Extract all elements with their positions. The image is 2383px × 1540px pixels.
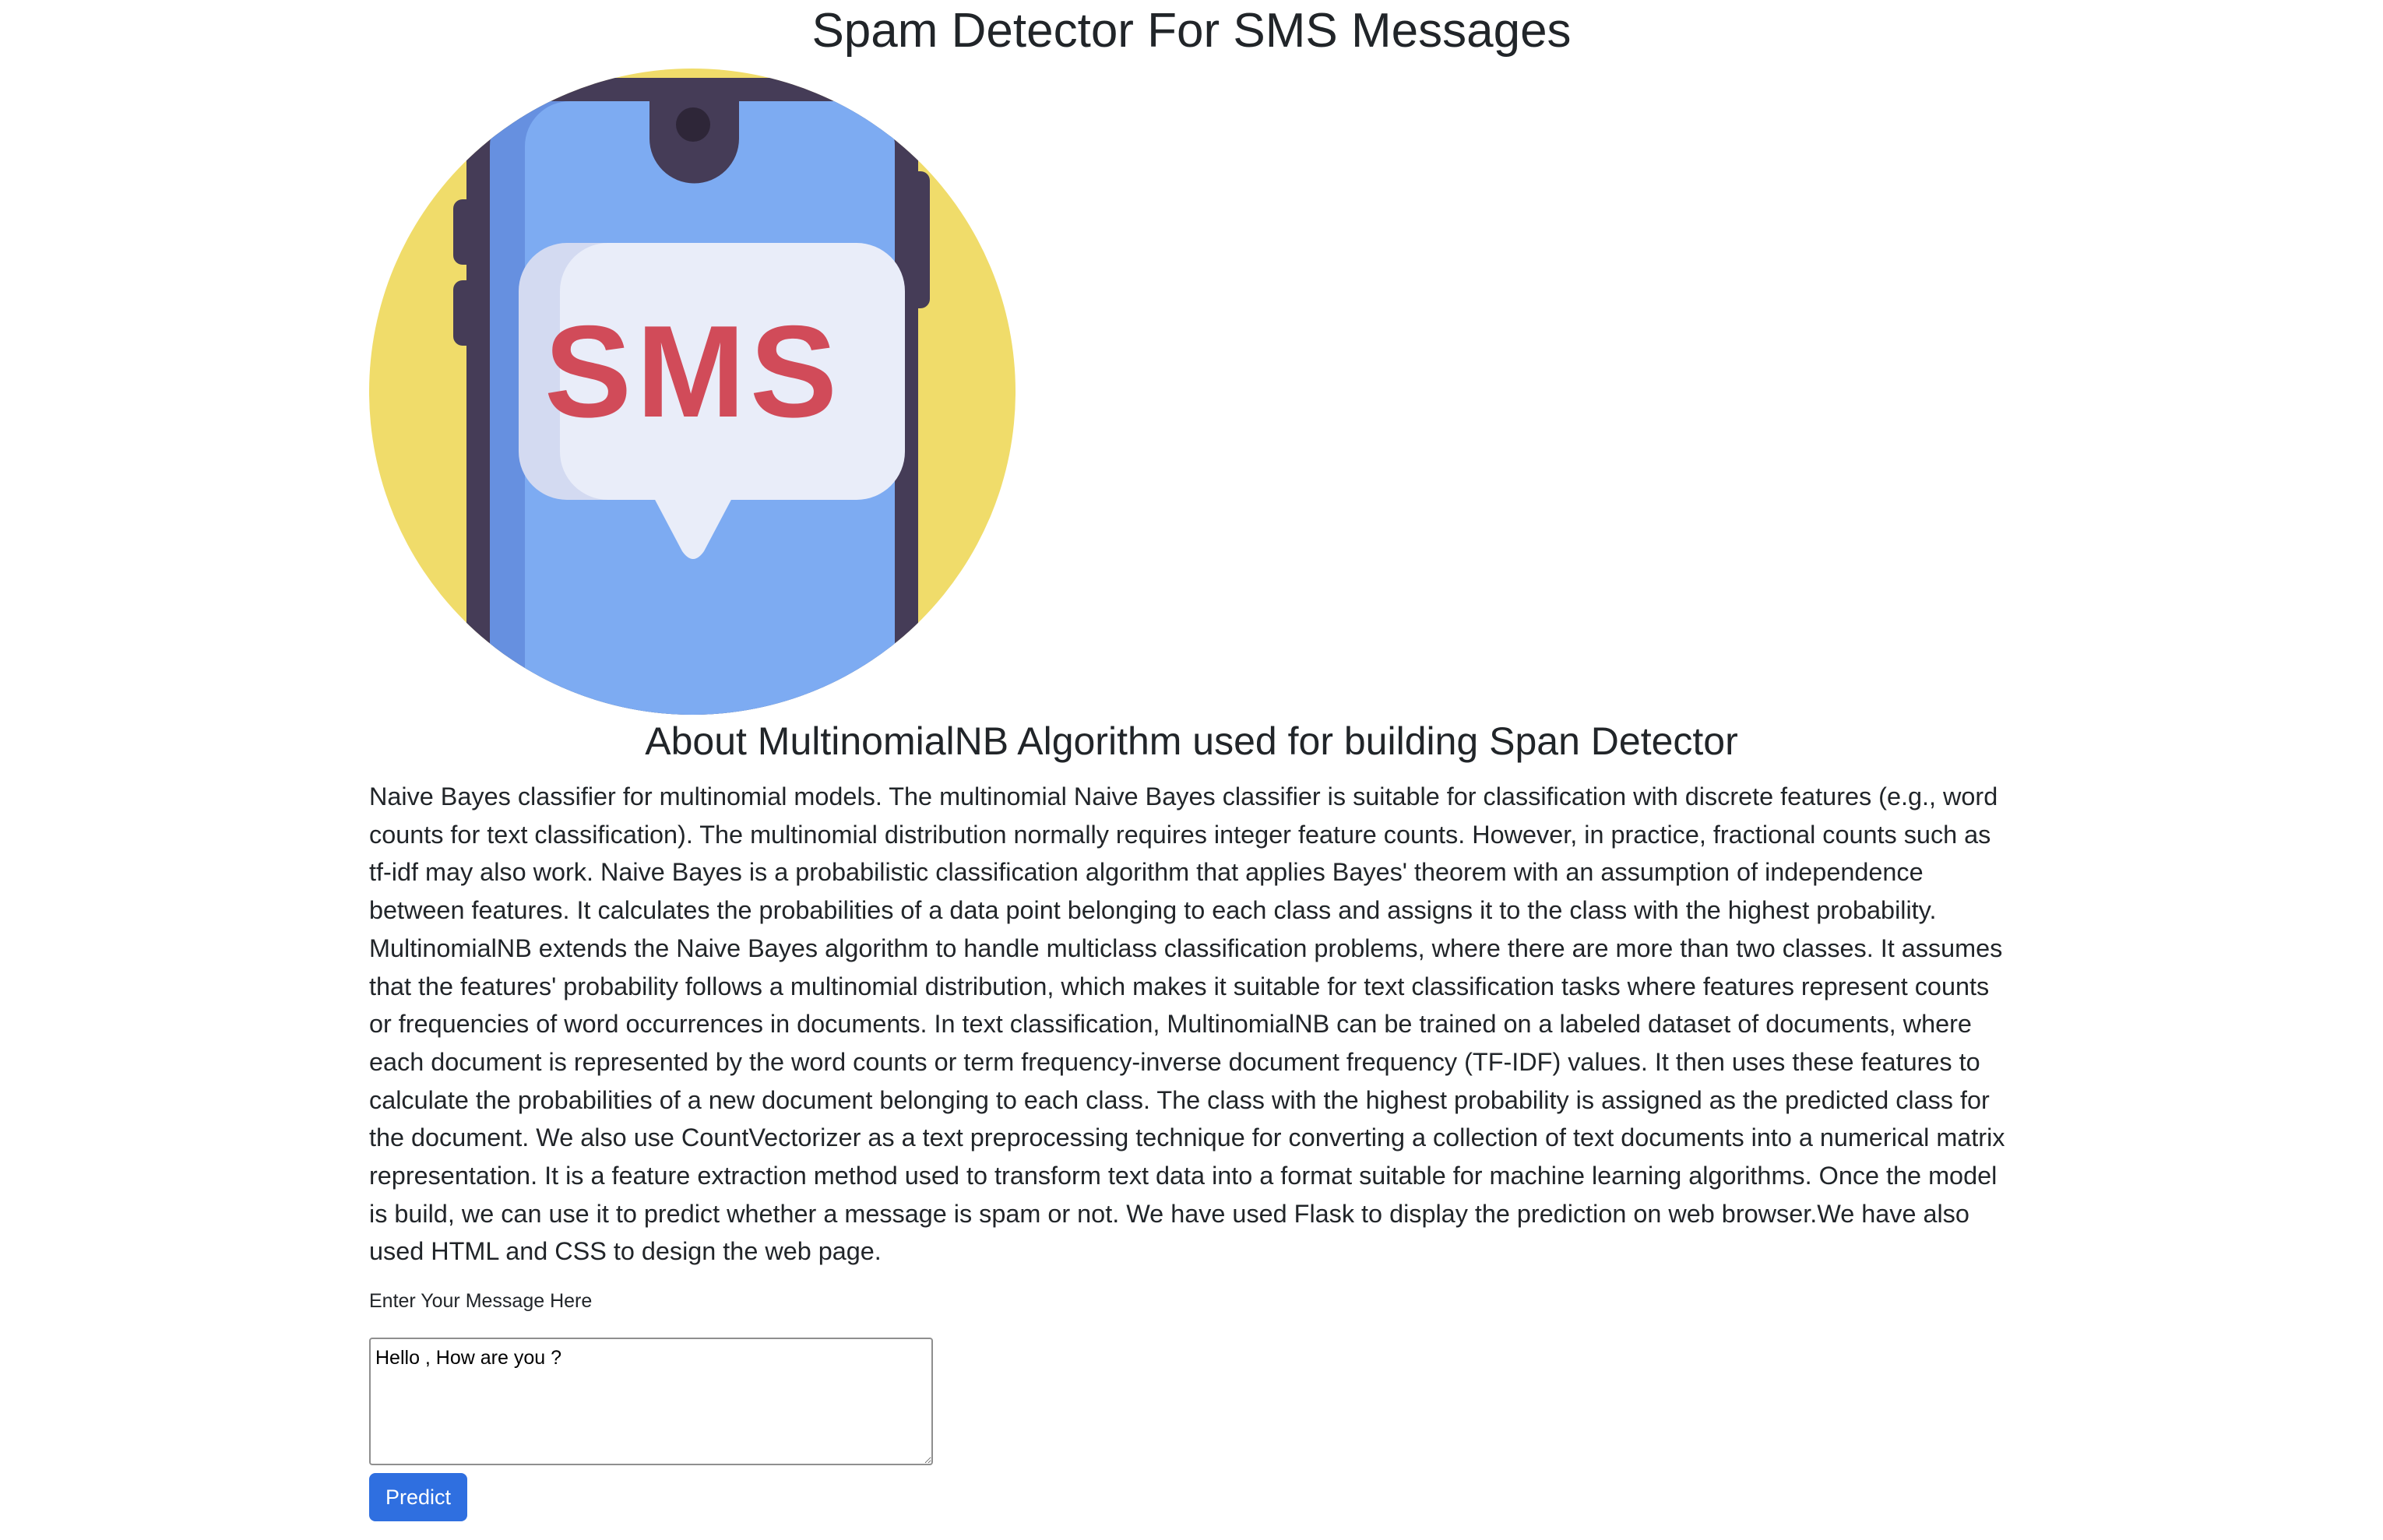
camera-dot	[676, 107, 710, 142]
message-input[interactable]: Hello , How are you ?	[369, 1338, 933, 1465]
about-paragraph: Naive Bayes classifier for multinomial m…	[369, 782, 2005, 1266]
sms-text: SMS	[544, 298, 842, 445]
page-title: Spam Detector For SMS Messages	[811, 4, 1572, 58]
page: Spam Detector For SMS Messages SMS About…	[0, 0, 2383, 1540]
predict-button[interactable]: Predict	[369, 1473, 467, 1521]
about-heading: About MultinomialNB Algorithm used for b…	[645, 719, 1738, 763]
sms-phone-icon: SMS	[369, 69, 1016, 715]
message-label: Enter Your Message Here	[369, 1290, 593, 1312]
